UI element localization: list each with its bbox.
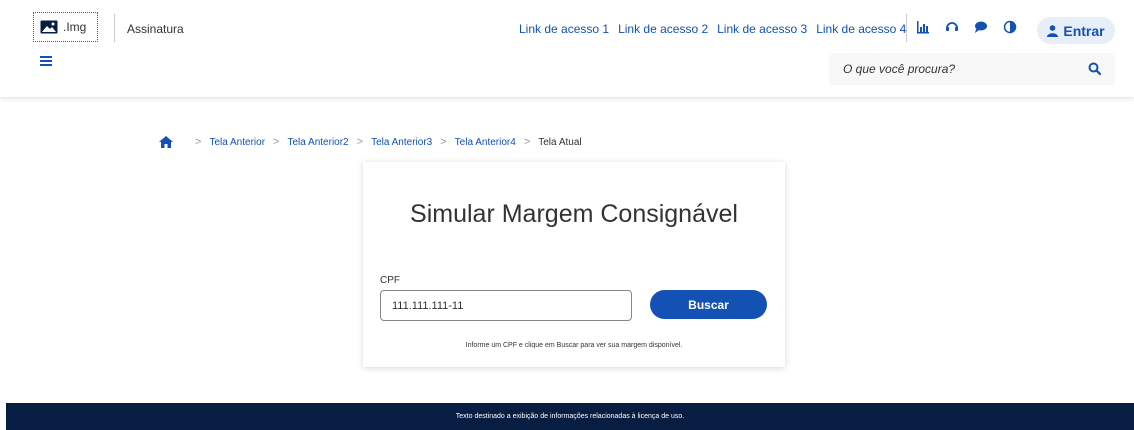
signature: Assinatura bbox=[127, 22, 184, 36]
user-icon bbox=[1047, 24, 1059, 37]
cpf-label: CPF bbox=[380, 275, 400, 286]
access-link-2[interactable]: Link de acesso 2 bbox=[618, 22, 708, 36]
simulation-card: Simular Margem Consignável CPF Buscar In… bbox=[363, 162, 785, 367]
home-icon[interactable] bbox=[159, 136, 173, 148]
cpf-input[interactable] bbox=[380, 290, 632, 321]
links-divider bbox=[906, 14, 907, 42]
access-links: Link de acesso 1 Link de acesso 2 Link d… bbox=[519, 22, 906, 36]
chevron-right-icon: > bbox=[273, 136, 280, 148]
access-link-1[interactable]: Link de acesso 1 bbox=[519, 22, 609, 36]
breadcrumb-item-1[interactable]: Tela Anterior bbox=[209, 137, 265, 148]
chevron-right-icon: > bbox=[195, 136, 202, 148]
footer: Texto destinado a exibição de informaçõe… bbox=[6, 403, 1134, 430]
chevron-right-icon: > bbox=[523, 136, 531, 148]
help-text: Informe um CPF e clique em Buscar para v… bbox=[465, 342, 683, 349]
search-bar bbox=[829, 53, 1115, 85]
search-icon[interactable] bbox=[1088, 62, 1101, 75]
breadcrumb-item-2[interactable]: Tela Anterior2 bbox=[287, 137, 348, 148]
headset-icon[interactable] bbox=[945, 19, 959, 35]
access-link-4[interactable]: Link de acesso 4 bbox=[816, 22, 906, 36]
site-header: .Img Assinatura Link de acesso 1 Link de… bbox=[0, 0, 1134, 97]
login-button[interactable]: Entrar bbox=[1037, 17, 1115, 44]
logo[interactable]: .Img bbox=[33, 12, 98, 42]
menu-icon[interactable] bbox=[40, 56, 52, 66]
breadcrumb-item-4[interactable]: Tela Anterior4 bbox=[455, 137, 516, 148]
chat-icon[interactable] bbox=[974, 19, 988, 35]
login-label: Entrar bbox=[1063, 22, 1105, 39]
search-button[interactable]: Buscar bbox=[650, 290, 767, 319]
image-icon bbox=[40, 20, 58, 34]
page-title: Simular Margem Consignável bbox=[410, 200, 738, 228]
license-text: Texto destinado a exibição de informaçõe… bbox=[455, 413, 685, 420]
logo-text: .Img bbox=[63, 20, 87, 34]
header-functions bbox=[916, 19, 1017, 35]
header-divider bbox=[114, 14, 115, 42]
access-link-3[interactable]: Link de acesso 3 bbox=[717, 22, 807, 36]
breadcrumb-current: Tela Atual bbox=[538, 136, 582, 148]
contrast-icon[interactable] bbox=[1003, 19, 1017, 35]
chevron-right-icon: > bbox=[356, 136, 364, 148]
breadcrumb: > Tela Anterior > Tela Anterior2 > Tela Ant… bbox=[159, 136, 582, 148]
chart-icon[interactable] bbox=[916, 19, 930, 35]
chevron-right-icon: > bbox=[440, 136, 447, 148]
search-input[interactable] bbox=[843, 62, 1083, 76]
breadcrumb-item-3[interactable]: Tela Anterior3 bbox=[371, 137, 432, 148]
